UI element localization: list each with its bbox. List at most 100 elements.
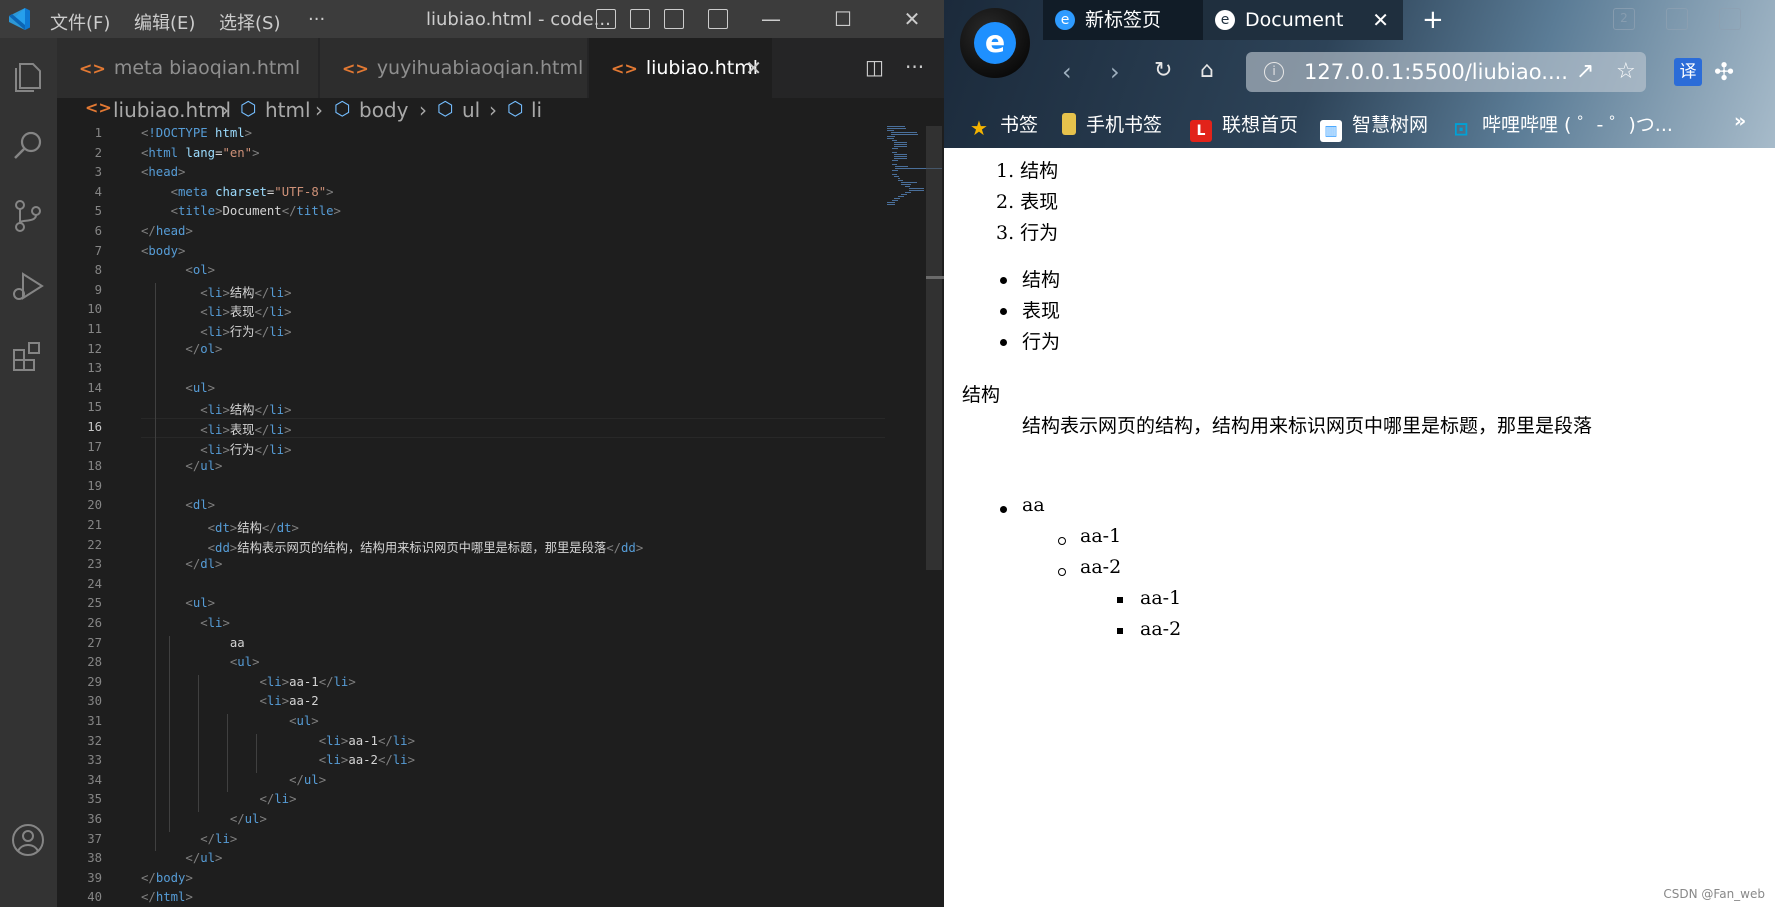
editor-scrollbar[interactable] bbox=[926, 126, 942, 570]
minimap-line bbox=[894, 146, 908, 148]
bookmark-item-lenovo[interactable]: L 联想首页 bbox=[1190, 110, 1298, 142]
star-bookmark-icon[interactable]: ☆ bbox=[1616, 52, 1636, 92]
ordered-list-item: 2. 表现 bbox=[996, 191, 1059, 213]
menu-more[interactable]: ··· bbox=[308, 9, 325, 30]
site-info-icon[interactable]: i bbox=[1264, 62, 1284, 82]
code-line: <title>Document</title> bbox=[170, 204, 341, 219]
tab-new-tab[interactable]: e 新标签页 bbox=[1043, 0, 1203, 40]
translate-extension-icon[interactable]: 译 bbox=[1674, 58, 1702, 86]
minimap-line bbox=[892, 160, 899, 162]
line-number: 21 bbox=[87, 518, 102, 532]
minimap-line bbox=[887, 136, 896, 138]
minimap-line bbox=[901, 194, 908, 196]
lenovo-icon: L bbox=[1190, 120, 1212, 142]
unordered-list-item: 行为 bbox=[1022, 331, 1061, 353]
tab-document[interactable]: e Document ✕ bbox=[1203, 0, 1403, 40]
run-debug-icon[interactable] bbox=[8, 266, 48, 306]
minimap-line bbox=[887, 204, 896, 206]
forward-button[interactable]: › bbox=[1110, 58, 1120, 86]
address-bar[interactable]: i 127.0.0.1:5500/liubiao.... ↗ ☆ bbox=[1246, 52, 1646, 92]
minimap-line bbox=[887, 202, 896, 204]
minimap-line bbox=[894, 198, 901, 200]
code-line: <ul> bbox=[289, 714, 319, 728]
toggle-sidebar-icon[interactable] bbox=[596, 9, 616, 29]
minimap-line bbox=[887, 126, 905, 128]
line-number: 9 bbox=[94, 282, 102, 297]
indent-guide bbox=[227, 714, 228, 793]
line-number: 22 bbox=[87, 537, 102, 552]
line-number: 28 bbox=[87, 655, 102, 670]
code-line: <meta charset="UTF-8"> bbox=[170, 184, 334, 199]
line-number: 32 bbox=[87, 733, 102, 748]
home-icon[interactable]: ⌂ bbox=[1200, 58, 1214, 83]
breadcrumb-li[interactable]: li bbox=[531, 98, 542, 122]
code-line: </li> bbox=[259, 792, 297, 807]
source-control-icon[interactable] bbox=[8, 196, 48, 236]
menu-selection[interactable]: 选择(S) bbox=[219, 9, 280, 35]
menu-edit[interactable]: 编辑(E) bbox=[134, 9, 195, 35]
code-line: <li>aa-1</li> bbox=[259, 674, 356, 689]
bookmark-label: 手机书签 bbox=[1086, 114, 1163, 136]
explorer-icon[interactable] bbox=[8, 56, 48, 96]
menu-file[interactable]: 文件(F) bbox=[50, 9, 110, 35]
vscode-window: 文件(F) 编辑(E) 选择(S) ··· liubiao.html - cod… bbox=[0, 0, 944, 907]
minimap-line bbox=[895, 166, 909, 168]
line-number: 11 bbox=[87, 322, 102, 336]
html-file-icon: <> bbox=[342, 59, 369, 78]
split-editor-icon[interactable]: ◫ bbox=[865, 55, 884, 79]
incognito-icon[interactable] bbox=[1666, 8, 1688, 30]
toggle-panel-icon[interactable] bbox=[630, 9, 650, 29]
browser-chrome: e e 新标签页 e Document ✕ + 2 ‹ › ↻ ⌂ i 127.0.… bbox=[944, 0, 1775, 148]
code-editor[interactable]: 1 <!DOCTYPE html> 2 <html lang="en"> 3 <head>… bbox=[57, 126, 942, 907]
close-tab-icon[interactable]: ✕ bbox=[1372, 0, 1389, 40]
code-line: <li>结构</li> bbox=[200, 285, 292, 300]
tab-liubiao[interactable]: <> liubiao.html ✕ bbox=[589, 38, 773, 98]
minimize-button[interactable]: — bbox=[756, 4, 786, 34]
minimap-line bbox=[892, 174, 898, 176]
extensions-puzzle-icon[interactable]: ✣ bbox=[1714, 58, 1734, 86]
window-title: liubiao.html - code... bbox=[426, 9, 611, 30]
share-icon[interactable]: ↗ bbox=[1576, 52, 1594, 92]
line-number: 40 bbox=[87, 890, 102, 905]
tab-yuyihuabiaoqian[interactable]: <> yuyihuabiaoqian.html bbox=[320, 38, 588, 98]
minimap-line bbox=[890, 132, 917, 134]
new-tab-button[interactable]: + bbox=[1422, 0, 1444, 40]
clothing-skin-icon[interactable] bbox=[1719, 8, 1741, 30]
bookmark-item-bilibili[interactable]: ⊡ 哔哩哔哩 ( ゜- ゜)つ... bbox=[1450, 110, 1672, 141]
breadcrumb-html[interactable]: html bbox=[265, 98, 311, 122]
tab-meta-biaoqian[interactable]: <> meta biaoqian.html bbox=[57, 38, 319, 98]
customize-layout-icon[interactable] bbox=[708, 9, 728, 29]
more-actions-icon[interactable]: ··· bbox=[905, 55, 924, 79]
bilibili-icon: ⊡ bbox=[1453, 119, 1469, 140]
minimap-line bbox=[892, 140, 898, 142]
refresh-icon[interactable]: ↻ bbox=[1154, 58, 1172, 83]
circle-bullet bbox=[1058, 568, 1066, 576]
more-bookmarks-icon[interactable]: » bbox=[1734, 110, 1746, 132]
breadcrumb-file[interactable]: liubiao.html bbox=[113, 98, 231, 122]
toggle-secondary-sidebar-icon[interactable] bbox=[664, 9, 684, 29]
line-number: 10 bbox=[87, 302, 102, 317]
minimap-line bbox=[887, 130, 895, 132]
extensions-icon[interactable] bbox=[8, 336, 48, 376]
tab-count-icon[interactable]: 2 bbox=[1613, 8, 1635, 30]
account-icon[interactable] bbox=[8, 820, 48, 860]
bookmark-item-zhihuishu[interactable]: ▥ 智慧树网 bbox=[1320, 110, 1428, 142]
code-line: aa bbox=[141, 635, 245, 650]
browser-window: e e 新标签页 e Document ✕ + 2 ‹ › ↻ ⌂ i 127.0.… bbox=[944, 0, 1775, 907]
minimap-line bbox=[908, 188, 925, 190]
breadcrumb-body[interactable]: body bbox=[359, 98, 408, 122]
breadcrumb-ul[interactable]: ul bbox=[462, 98, 480, 122]
close-tab-icon[interactable]: ✕ bbox=[745, 38, 762, 98]
code-line: </dl> bbox=[185, 557, 223, 572]
close-window-button[interactable]: ✕ bbox=[897, 4, 927, 34]
line-number: 36 bbox=[87, 812, 102, 826]
maximize-button[interactable]: ☐ bbox=[828, 4, 858, 34]
search-icon[interactable] bbox=[8, 126, 48, 166]
back-button[interactable]: ‹ bbox=[1062, 58, 1072, 86]
code-line: </ol> bbox=[185, 341, 223, 356]
line-number: 34 bbox=[87, 772, 102, 787]
chevron-right-icon: › bbox=[221, 98, 229, 122]
line-number: 16 bbox=[87, 420, 102, 434]
bookmark-item-mobile[interactable]: 手机书签 bbox=[1062, 110, 1162, 137]
bookmark-item-bookmarks[interactable]: ★ 书签 bbox=[968, 110, 1038, 139]
